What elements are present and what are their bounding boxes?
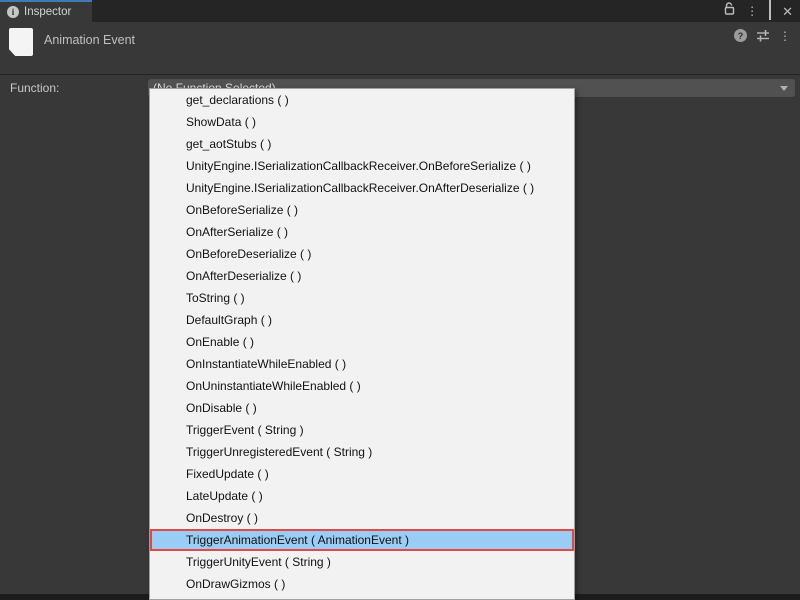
asset-title: Animation Event xyxy=(44,33,135,47)
menu-item[interactable]: OnBeforeSerialize ( ) xyxy=(150,199,574,221)
menu-item[interactable]: UnityEngine.ISerializationCallbackReceiv… xyxy=(150,177,574,199)
menu-item[interactable]: FixedUpdate ( ) xyxy=(150,463,574,485)
menu-item[interactable]: OnDrawGizmos ( ) xyxy=(150,573,574,595)
header-menu-icon[interactable]: ⋮ xyxy=(779,30,791,42)
menu-item-highlighted[interactable]: TriggerAnimationEvent ( AnimationEvent ) xyxy=(150,529,574,551)
menu-item[interactable]: TriggerUnregisteredEvent ( String ) xyxy=(150,441,574,463)
header-separator xyxy=(0,74,800,75)
info-icon: i xyxy=(7,6,19,18)
unlock-icon[interactable] xyxy=(723,2,735,20)
menu-item[interactable]: TriggerEvent ( String ) xyxy=(150,419,574,441)
menu-item[interactable]: UnityEngine.ISerializationCallbackReceiv… xyxy=(150,155,574,177)
active-tab-indicator xyxy=(0,0,92,2)
tab-inspector[interactable]: i Inspector xyxy=(0,0,92,22)
help-icon[interactable]: ? xyxy=(734,29,747,42)
menu-item[interactable]: get_aotStubs ( ) xyxy=(150,133,574,155)
menu-item[interactable]: LateUpdate ( ) xyxy=(150,485,574,507)
close-icon[interactable]: ✕ xyxy=(782,5,793,18)
asset-document-icon xyxy=(9,28,33,56)
menu-item[interactable]: get_declarations ( ) xyxy=(150,89,574,111)
menu-item[interactable]: OnDestroy ( ) xyxy=(150,507,574,529)
menu-item[interactable]: ShowData ( ) xyxy=(150,111,574,133)
menu-item[interactable]: OnUninstantiateWhileEnabled ( ) xyxy=(150,375,574,397)
menu-item[interactable]: OnAfterSerialize ( ) xyxy=(150,221,574,243)
menu-item[interactable]: OnEnable ( ) xyxy=(150,331,574,353)
menu-item[interactable]: DefaultGraph ( ) xyxy=(150,309,574,331)
menu-item[interactable]: OnDisable ( ) xyxy=(150,397,574,419)
window-menu-icon[interactable]: ⋮ xyxy=(746,5,758,17)
menu-item[interactable]: OnInstantiateWhileEnabled ( ) xyxy=(150,353,574,375)
maximize-icon[interactable] xyxy=(769,2,771,20)
titlebar: i Inspector ⋮ ✕ xyxy=(0,0,800,22)
function-menu: get_declarations ( )ShowData ( )get_aotS… xyxy=(149,88,575,600)
menu-item[interactable]: TriggerUnityEvent ( String ) xyxy=(150,551,574,573)
function-label: Function: xyxy=(10,81,59,95)
menu-item[interactable]: OnAfterDeserialize ( ) xyxy=(150,265,574,287)
menu-item[interactable]: OnBeforeDeserialize ( ) xyxy=(150,243,574,265)
tab-label: Inspector xyxy=(24,6,71,18)
inspector-header: Animation Event ? ⋮ xyxy=(0,22,800,74)
menu-item[interactable]: ToString ( ) xyxy=(150,287,574,309)
chevron-down-icon xyxy=(780,86,788,91)
presets-icon[interactable] xyxy=(756,29,770,42)
